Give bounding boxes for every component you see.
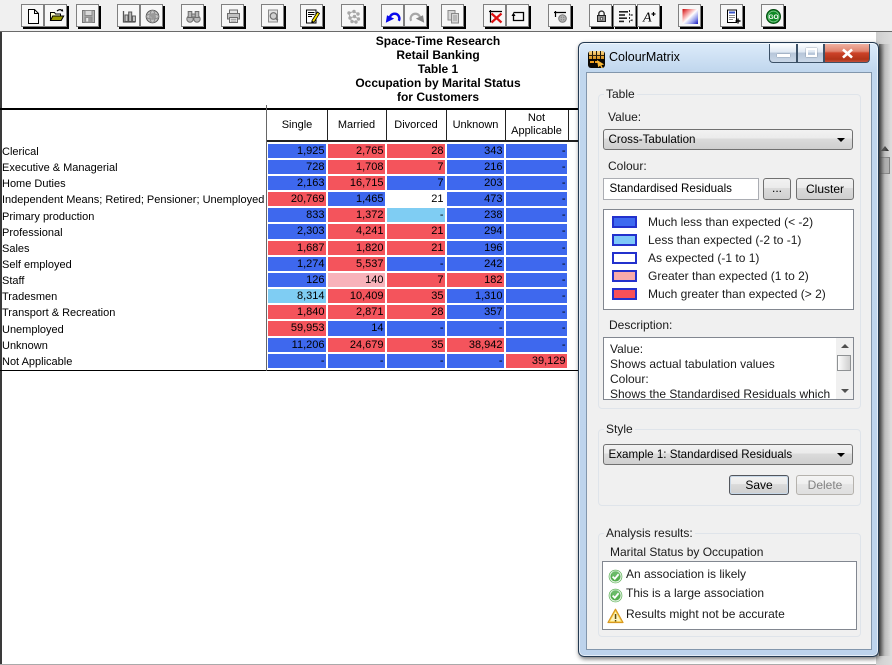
svg-text:A: A — [642, 11, 652, 26]
svg-text:GO: GO — [768, 14, 778, 21]
